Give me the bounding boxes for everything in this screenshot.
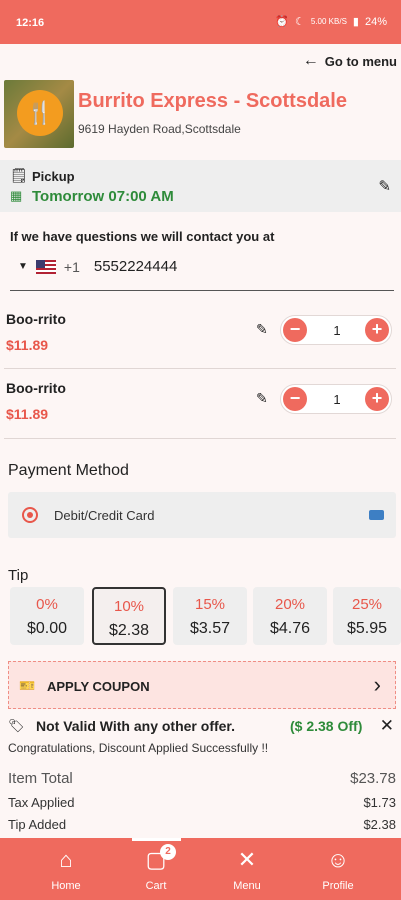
decrease-quantity-button[interactable]: − xyxy=(283,387,307,411)
tip-percent: 10% xyxy=(113,598,145,615)
cart-item: Boo-rrito $11.89 ✎ − 1 + xyxy=(0,305,401,367)
pickup-label: Pickup xyxy=(32,169,75,184)
item-total-value: $23.78 xyxy=(350,770,396,787)
go-to-menu-label: Go to menu xyxy=(324,53,397,69)
phone-number[interactable]: 5552224444 xyxy=(94,258,177,275)
item-divider xyxy=(4,368,396,369)
tax-label: Tax Applied xyxy=(8,795,75,810)
item-name: Boo-rrito xyxy=(6,380,66,396)
restaurant-header: 🍴 Burrito Express - Scottsdale 9619 Hayd… xyxy=(4,78,399,150)
profile-icon: ☺ xyxy=(326,847,350,872)
tip-amount: $3.57 xyxy=(189,620,231,637)
tip-option-0[interactable]: 0% $0.00 xyxy=(10,587,84,645)
offer-message: Congratulations, Discount Applied Succes… xyxy=(8,741,269,755)
apply-coupon-label: APPLY COUPON xyxy=(47,679,150,694)
tax-value: $1.73 xyxy=(363,795,396,810)
quantity-stepper: − 1 + xyxy=(280,315,392,345)
restaurant-name: Burrito Express - Scottsdale xyxy=(78,90,347,112)
item-divider xyxy=(4,438,396,439)
active-tab-indicator xyxy=(132,838,181,841)
nav-home-label: Home xyxy=(51,880,81,892)
item-price: $11.89 xyxy=(6,337,49,353)
increase-quantity-button[interactable]: + xyxy=(365,387,389,411)
battery-level: 24% xyxy=(364,15,387,28)
status-bar: 12:16 ⏰ ☾ 5.00 KB/S ▮ 24% xyxy=(0,0,401,44)
go-to-menu-link[interactable]: ← Go to menu xyxy=(303,52,397,70)
tip-option-20[interactable]: 20% $4.76 xyxy=(253,587,327,645)
menu-utensils-icon: ✕ xyxy=(237,847,257,872)
edit-pickup-icon[interactable]: ✎ xyxy=(378,177,391,195)
tip-percent: 20% xyxy=(274,596,306,613)
offer-icon: 🏷 xyxy=(8,718,25,733)
applied-offer: 🏷 Not Valid With any other offer. ($ 2.3… xyxy=(8,716,398,758)
tip-amount: $0.00 xyxy=(26,620,68,637)
offer-discount: ($ 2.38 Off) xyxy=(290,718,363,734)
payment-option-card[interactable]: Debit/Credit Card xyxy=(8,492,396,538)
item-quantity: 1 xyxy=(333,323,341,338)
bottom-navigation: ⌂ Home ▢ 2 Cart ✕ Menu ☺ Profile xyxy=(0,838,401,900)
payment-method-title: Payment Method xyxy=(8,462,129,479)
nav-home[interactable]: ⌂ Home xyxy=(36,846,96,892)
restaurant-logo: 🍴 xyxy=(4,80,74,148)
contact-label: If we have questions we will contact you… xyxy=(10,229,275,244)
nav-profile-label: Profile xyxy=(322,880,354,892)
item-quantity: 1 xyxy=(333,392,341,407)
credit-card-icon xyxy=(369,510,384,520)
restaurant-address: 9619 Hayden Road,Scottsdale xyxy=(78,122,241,136)
back-arrow-icon: ← xyxy=(302,52,319,69)
edit-item-icon[interactable]: ✎ xyxy=(256,390,268,407)
country-dropdown-icon[interactable]: ▼ xyxy=(18,261,28,272)
tip-option-25[interactable]: 25% $5.95 xyxy=(333,587,401,645)
home-icon: ⌂ xyxy=(59,847,73,872)
payment-radio[interactable] xyxy=(22,507,38,523)
pickup-section: 🗒 Pickup ▦ Tomorrow 07:00 AM ✎ xyxy=(0,160,401,212)
moon-icon: ☾ xyxy=(295,16,305,28)
tip-amount: $5.95 xyxy=(346,620,388,637)
tip-title: Tip xyxy=(8,567,29,584)
tip-percent: 15% xyxy=(194,596,226,613)
tip-amount: $4.76 xyxy=(269,620,311,637)
tip-option-15[interactable]: 15% $3.57 xyxy=(173,587,247,645)
country-code: +1 xyxy=(63,258,80,275)
status-time: 12:16 xyxy=(16,17,45,29)
calendar-icon: ▦ xyxy=(10,188,23,203)
phone-underline xyxy=(10,290,394,291)
remove-offer-icon[interactable]: ✕ xyxy=(380,716,394,736)
tip-percent: 0% xyxy=(36,596,58,613)
nav-cart-label: Cart xyxy=(145,880,167,892)
offer-text: Not Valid With any other offer. xyxy=(36,718,236,734)
cart-item: Boo-rrito $11.89 ✎ − 1 + xyxy=(0,374,401,436)
coupon-ticket-icon: 🎫 xyxy=(19,678,36,693)
quantity-stepper: − 1 + xyxy=(280,384,392,414)
edit-item-icon[interactable]: ✎ xyxy=(256,321,268,338)
tip-percent: 25% xyxy=(351,596,383,613)
status-icons: ⏰ ☾ 5.00 KB/S ▮ 24% xyxy=(275,15,387,29)
fork-spoon-icon: 🍴 xyxy=(17,90,63,136)
phone-field[interactable]: ▼ +1 5552224444 xyxy=(18,258,177,275)
pickup-time: Tomorrow 07:00 AM xyxy=(32,188,174,205)
chevron-right-icon: › xyxy=(373,672,381,697)
item-name: Boo-rrito xyxy=(6,311,66,327)
tip-added-label: Tip Added xyxy=(8,817,67,832)
increase-quantity-button[interactable]: + xyxy=(365,318,389,342)
cart-badge: 2 xyxy=(160,844,176,860)
tip-added-value: $2.38 xyxy=(363,817,396,832)
tip-option-10[interactable]: 10% $2.38 xyxy=(92,587,166,645)
cart-icon: ▢ xyxy=(145,847,167,872)
apply-coupon-button[interactable]: 🎫 APPLY COUPON › xyxy=(8,661,396,709)
receipt-icon: 🗒 xyxy=(10,167,28,183)
nav-menu-label: Menu xyxy=(233,880,261,892)
item-total-label: Item Total xyxy=(8,770,73,787)
item-price: $11.89 xyxy=(6,406,49,422)
nav-menu[interactable]: ✕ Menu xyxy=(217,846,277,892)
us-flag-icon xyxy=(35,259,56,274)
tip-amount: $2.38 xyxy=(108,622,150,639)
nav-cart[interactable]: ▢ 2 Cart xyxy=(126,844,186,892)
alarm-icon: ⏰ xyxy=(275,16,289,28)
decrease-quantity-button[interactable]: − xyxy=(283,318,307,342)
nav-profile[interactable]: ☺ Profile xyxy=(308,846,368,892)
network-speed: 5.00 KB/S xyxy=(310,17,347,26)
signal-icon: ▮ xyxy=(352,16,359,28)
payment-method-label: Debit/Credit Card xyxy=(54,508,155,523)
